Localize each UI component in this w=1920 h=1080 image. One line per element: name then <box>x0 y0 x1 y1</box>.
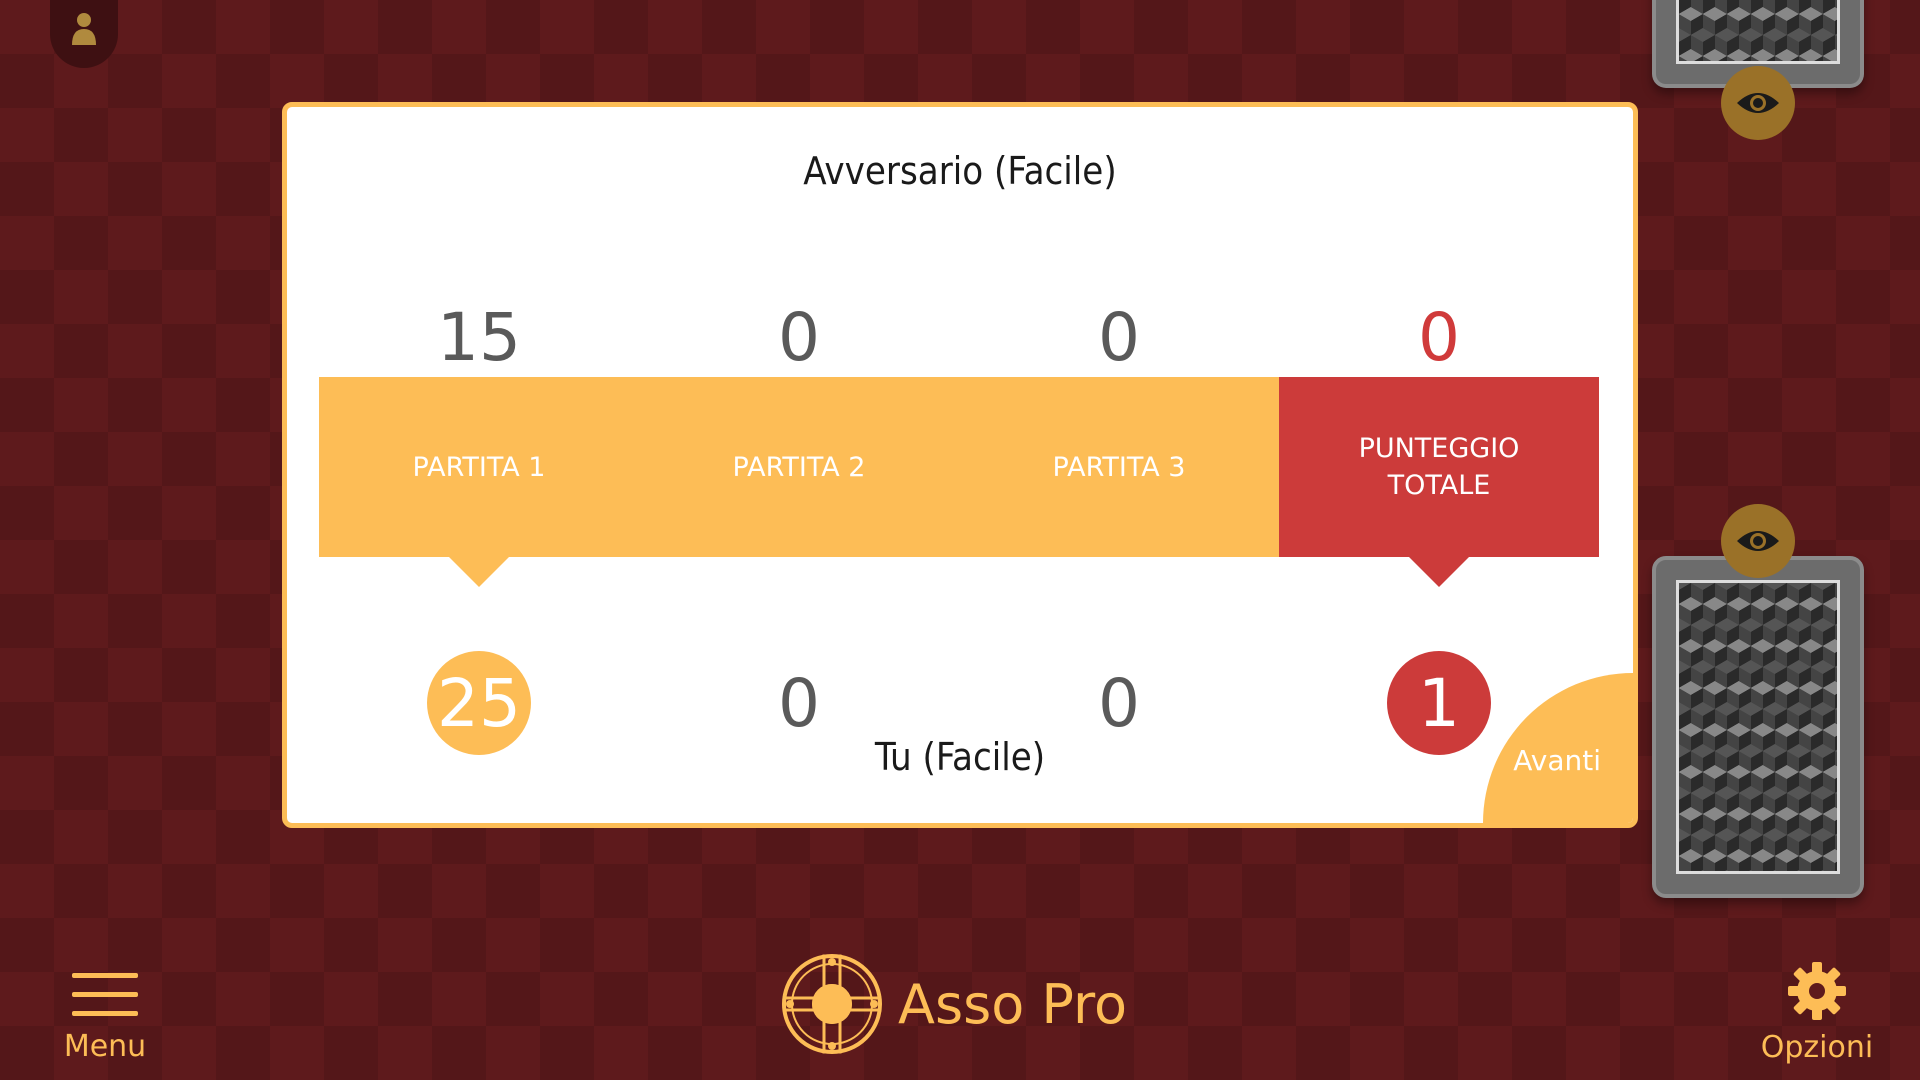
opponent-score-row: 15 0 0 0 <box>319 287 1599 387</box>
menu-button[interactable]: Menu <box>62 966 148 1064</box>
eye-icon <box>1737 531 1779 551</box>
show-opponent-cards-button[interactable] <box>1721 66 1795 140</box>
card-pattern <box>1676 580 1840 874</box>
score-dialog: Avversario (Facile) 15 0 0 0 PARTITA 1 P… <box>282 102 1638 828</box>
header-game-3-label: PARTITA 3 <box>1052 451 1186 483</box>
player-name: Tu (Facile) <box>874 735 1046 779</box>
options-label: Opzioni <box>1760 1030 1874 1065</box>
brand: Asso Pro <box>780 952 1127 1056</box>
opponent-avatar[interactable] <box>50 0 118 68</box>
opponent-name: Avversario (Facile) <box>803 149 1117 193</box>
deck-card-back[interactable] <box>1652 556 1864 898</box>
total-pointer <box>1409 557 1469 587</box>
avatar-icon <box>72 13 96 45</box>
header-game-2: PARTITA 2 <box>639 377 959 557</box>
current-game-pointer <box>449 557 509 587</box>
brand-logo-icon <box>782 954 882 1054</box>
menu-label: Menu <box>63 1029 147 1064</box>
header-total: PUNTEGGIO TOTALE <box>1279 377 1599 587</box>
next-button-label[interactable]: Avanti <box>1513 744 1601 777</box>
menu-icon <box>72 966 138 1023</box>
header-game-2-label: PARTITA 2 <box>732 451 866 483</box>
brand-title: Asso Pro <box>898 972 1128 1036</box>
header-game-1: PARTITA 1 <box>319 377 639 587</box>
opponent-score-game-2: 0 <box>778 298 820 376</box>
score-header-band: PARTITA 1 PARTITA 2 PARTITA 3 PUNTEGGIO … <box>319 377 1599 587</box>
options-button[interactable]: Opzioni <box>1752 958 1882 1065</box>
opponent-score-game-1: 15 <box>437 298 521 376</box>
show-deck-button[interactable] <box>1721 504 1795 578</box>
header-total-label: PUNTEGGIO TOTALE <box>1358 433 1520 501</box>
header-game-1-label: PARTITA 1 <box>412 451 546 483</box>
gear-icon <box>1788 962 1846 1020</box>
header-game-3: PARTITA 3 <box>959 377 1279 557</box>
card-pattern <box>1676 0 1840 64</box>
opponent-score-total: 0 <box>1418 298 1460 376</box>
eye-icon <box>1737 93 1779 113</box>
opponent-score-game-3: 0 <box>1098 298 1140 376</box>
